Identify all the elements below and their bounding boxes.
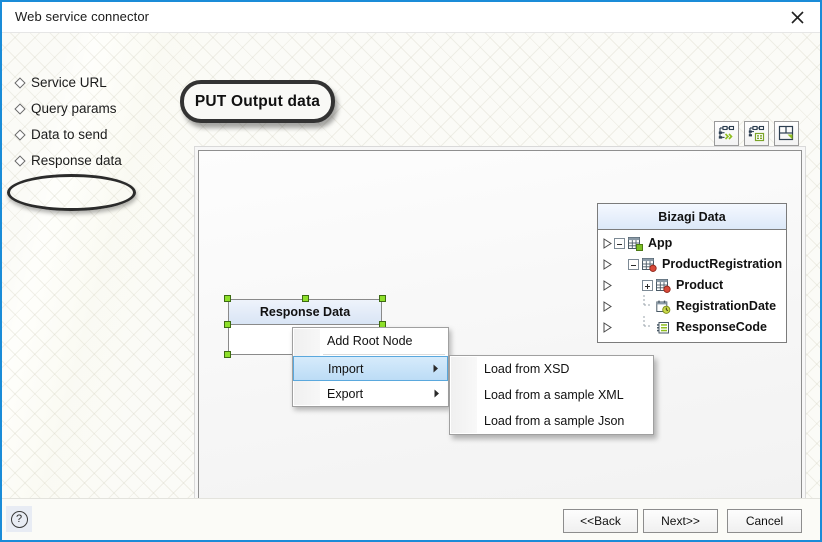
- tree-connector-line: [642, 316, 656, 339]
- node-properties-button[interactable]: [744, 121, 769, 146]
- entity-red-icon: [642, 257, 658, 272]
- drag-arrow-icon[interactable]: [600, 301, 614, 312]
- title-bar: Web service connector: [2, 2, 820, 33]
- tree-expand-icon: [718, 125, 735, 142]
- resize-handle-top-center[interactable]: [302, 295, 309, 302]
- menu-item-label: Add Root Node: [327, 333, 413, 348]
- node-title: Response Data: [259, 305, 351, 319]
- sidebar-item-query-params[interactable]: Query params: [14, 101, 117, 116]
- entity-green-icon: [628, 236, 644, 251]
- entity-red-icon: [656, 278, 672, 293]
- bizagi-data-header: Bizagi Data: [598, 204, 786, 230]
- tree-row-label: App: [648, 236, 673, 251]
- dialog-footer: ? <<Back Next>> Cancel: [2, 498, 820, 540]
- wizard-steps-sidebar: Service URL Query params Data to send Re…: [2, 33, 182, 498]
- list-attribute-icon: [656, 321, 672, 335]
- tree-row[interactable]: ProductRegistration: [598, 254, 786, 275]
- sidebar-item-label: Query params: [31, 101, 117, 116]
- submenu-item-label: Load from XSD: [484, 362, 570, 376]
- tree-connector-line: [642, 295, 656, 318]
- drag-arrow-icon[interactable]: [600, 238, 614, 249]
- chevron-right-icon: [433, 362, 439, 376]
- question-mark-icon: ?: [10, 510, 28, 528]
- node-header: Response Data: [229, 300, 381, 325]
- tree-row[interactable]: ResponseCode: [598, 316, 786, 339]
- close-button[interactable]: [778, 4, 816, 30]
- diamond-bullet-icon: [14, 155, 26, 167]
- resize-handle-top-left[interactable]: [224, 295, 231, 302]
- back-button[interactable]: <<Back: [563, 509, 638, 533]
- context-menu: Add Root Node Import Export: [292, 327, 449, 407]
- tree-row-label: RegistrationDate: [676, 299, 777, 314]
- menu-item-export[interactable]: Export: [293, 381, 448, 406]
- tree-row[interactable]: Product: [598, 275, 786, 296]
- drag-arrow-icon[interactable]: [600, 259, 614, 270]
- window-title: Web service connector: [15, 9, 150, 24]
- resize-handle-middle-left[interactable]: [224, 321, 231, 328]
- annotation-ellipse-highlight: [7, 174, 136, 211]
- menu-item-label: Export: [327, 386, 364, 401]
- tree-row[interactable]: RegistrationDate: [598, 295, 786, 318]
- web-service-connector-window: Web service connector Service URL Query …: [0, 0, 822, 542]
- import-submenu: Load from XSD Load from a sample XML Loa…: [449, 355, 654, 435]
- submenu-item-load-from-xsd[interactable]: Load from XSD: [450, 356, 653, 382]
- tree-properties-icon: [748, 125, 765, 142]
- sidebar-item-data-to-send[interactable]: Data to send: [14, 127, 108, 142]
- annotation-callout-label: PUT Output data: [194, 92, 321, 110]
- sidebar-item-response-data[interactable]: Response data: [14, 153, 122, 168]
- expander-minus-icon[interactable]: [614, 238, 625, 249]
- submenu-item-label: Load from a sample Json: [484, 414, 625, 428]
- close-icon: [790, 10, 804, 24]
- sidebar-item-service-url[interactable]: Service URL: [14, 75, 107, 90]
- next-button[interactable]: Next>>: [643, 509, 718, 533]
- cancel-button[interactable]: Cancel: [727, 509, 802, 533]
- dialog-content: Service URL Query params Data to send Re…: [2, 33, 820, 540]
- sidebar-item-label: Response data: [31, 153, 122, 168]
- diamond-bullet-icon: [14, 129, 26, 141]
- expander-minus-icon[interactable]: [628, 259, 639, 270]
- resize-handle-top-right[interactable]: [379, 295, 386, 302]
- annotation-callout: PUT Output data: [180, 80, 335, 123]
- bizagi-data-tree: App ProductRegistration Product Registra…: [598, 230, 786, 342]
- tree-row-label: ProductRegistration: [662, 257, 783, 272]
- submenu-item-label: Load from a sample XML: [484, 388, 624, 402]
- menu-item-import[interactable]: Import: [293, 356, 448, 381]
- expand-all-button[interactable]: [714, 121, 739, 146]
- tree-row-label: Product: [676, 278, 724, 293]
- diagram-canvas[interactable]: Response Data Bizagi Data App ProductReg…: [198, 150, 802, 507]
- sidebar-item-label: Data to send: [31, 127, 108, 142]
- menu-item-label: Import: [328, 361, 364, 376]
- diamond-bullet-icon: [14, 77, 26, 89]
- tree-row[interactable]: App: [598, 233, 786, 254]
- diagram-canvas-frame: Response Data Bizagi Data App ProductReg…: [194, 146, 806, 511]
- drag-arrow-icon[interactable]: [600, 280, 614, 291]
- auto-layout-button[interactable]: [774, 121, 799, 146]
- menu-item-add-root-node[interactable]: Add Root Node: [293, 328, 448, 353]
- resize-handle-bottom-left[interactable]: [224, 351, 231, 358]
- chevron-right-icon: [434, 387, 440, 401]
- submenu-item-load-from-sample-xml[interactable]: Load from a sample XML: [450, 382, 653, 408]
- sidebar-item-label: Service URL: [31, 75, 107, 90]
- diamond-bullet-icon: [14, 103, 26, 115]
- submenu-item-load-from-sample-json[interactable]: Load from a sample Json: [450, 408, 653, 434]
- bizagi-data-title: Bizagi Data: [658, 209, 726, 224]
- bizagi-data-panel: Bizagi Data App ProductRegistration Prod…: [597, 203, 787, 343]
- layout-arrange-icon: [778, 125, 795, 142]
- tree-row-label: ResponseCode: [676, 320, 767, 335]
- help-button[interactable]: ?: [6, 506, 32, 532]
- diagram-toolbar: [714, 121, 799, 146]
- expander-plus-icon[interactable]: [642, 280, 653, 291]
- menu-separator: [323, 354, 445, 355]
- drag-arrow-icon[interactable]: [600, 322, 614, 333]
- date-attribute-icon: [656, 300, 672, 314]
